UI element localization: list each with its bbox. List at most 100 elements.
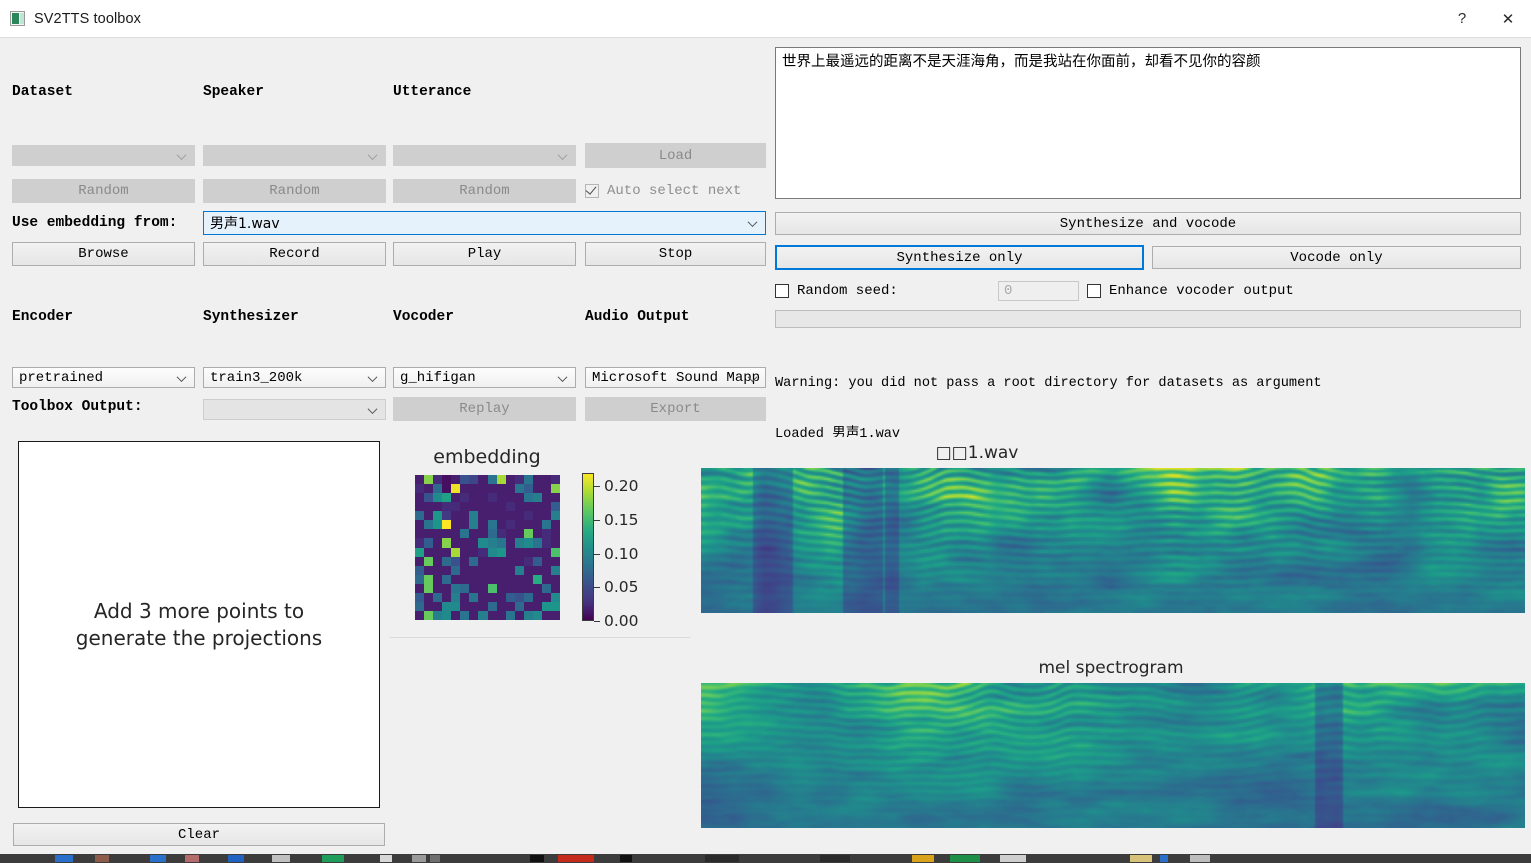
heatmap-cell bbox=[469, 484, 478, 493]
record-button[interactable]: Record bbox=[203, 242, 386, 266]
heatmap-cell bbox=[497, 538, 506, 547]
embedding-source-combo[interactable]: 男声1.wav bbox=[203, 211, 766, 235]
enhance-vocoder-output-checkbox[interactable]: Enhance vocoder output bbox=[1087, 283, 1294, 299]
colorbar-tick bbox=[594, 587, 600, 588]
heatmap-cell bbox=[506, 502, 515, 511]
synthesize-and-vocode-button[interactable]: Synthesize and vocode bbox=[775, 212, 1521, 235]
export-button[interactable]: Export bbox=[585, 397, 766, 421]
heatmap-cell bbox=[442, 557, 451, 566]
heatmap-cell bbox=[442, 493, 451, 502]
heatmap-cell bbox=[542, 520, 551, 529]
audio-output-combo[interactable]: Microsoft Sound Mapp bbox=[585, 367, 766, 388]
heatmap-cell bbox=[478, 593, 487, 602]
synthesize-only-button[interactable]: Synthesize only bbox=[775, 245, 1144, 270]
colorbar-tick-label: 0.05 bbox=[604, 578, 639, 596]
heatmap-cell bbox=[533, 548, 542, 557]
heatmap-cell bbox=[460, 593, 469, 602]
heatmap-cell bbox=[442, 529, 451, 538]
heatmap-cell bbox=[551, 611, 560, 620]
help-button[interactable]: ? bbox=[1439, 0, 1485, 37]
dataset-combo[interactable] bbox=[12, 145, 195, 166]
heatmap-cell bbox=[506, 593, 515, 602]
heatmap-cell bbox=[524, 484, 533, 493]
encoder-combo[interactable]: pretrained bbox=[12, 367, 195, 388]
embedding-heatmap bbox=[415, 475, 560, 620]
heatmap-cell bbox=[433, 475, 442, 484]
audio-output-combo-value: Microsoft Sound Mapp bbox=[592, 370, 760, 386]
heatmap-cell bbox=[533, 611, 542, 620]
heatmap-cell bbox=[433, 538, 442, 547]
load-button[interactable]: Load bbox=[585, 143, 766, 168]
synthesizer-combo[interactable]: train3_200k bbox=[203, 367, 386, 388]
heatmap-cell bbox=[533, 566, 542, 575]
random-utterance-button[interactable]: Random bbox=[393, 179, 576, 203]
heatmap-cell bbox=[488, 548, 497, 557]
sv2tts-toolbox-window: SV2TTS toolbox ? ✕ Dataset Speaker Utter… bbox=[0, 0, 1531, 863]
heatmap-cell bbox=[497, 529, 506, 538]
heatmap-cell bbox=[433, 548, 442, 557]
random-speaker-button[interactable]: Random bbox=[203, 179, 386, 203]
heatmap-cell bbox=[415, 529, 424, 538]
heatmap-cell bbox=[515, 484, 524, 493]
speaker-combo[interactable] bbox=[203, 145, 386, 166]
heatmap-cell bbox=[442, 475, 451, 484]
heatmap-cell bbox=[460, 484, 469, 493]
heatmap-cell bbox=[497, 584, 506, 593]
heatmap-cell bbox=[469, 593, 478, 602]
heatmap-cell bbox=[542, 538, 551, 547]
close-icon[interactable]: ✕ bbox=[1485, 0, 1531, 37]
heatmap-cell bbox=[460, 529, 469, 538]
heatmap-cell bbox=[506, 602, 515, 611]
stop-button[interactable]: Stop bbox=[585, 242, 766, 266]
heatmap-cell bbox=[524, 611, 533, 620]
browse-button[interactable]: Browse bbox=[12, 242, 195, 266]
random-seed-input[interactable]: 0 bbox=[998, 281, 1079, 301]
vocode-only-button[interactable]: Vocode only bbox=[1152, 246, 1521, 269]
heatmap-cell bbox=[451, 538, 460, 547]
utterance-combo[interactable] bbox=[393, 145, 576, 166]
heatmap-cell bbox=[506, 520, 515, 529]
heatmap-cell bbox=[451, 475, 460, 484]
window-controls: ? ✕ bbox=[1439, 0, 1531, 37]
heatmap-cell bbox=[442, 611, 451, 620]
heatmap-cell bbox=[497, 611, 506, 620]
text-input-area[interactable]: 世界上最遥远的距离不是天涯海角，而是我站在你面前，却看不见你的容颜 bbox=[775, 47, 1521, 199]
heatmap-cell bbox=[506, 529, 515, 538]
heatmap-cell bbox=[506, 484, 515, 493]
dataset-header: Dataset bbox=[12, 84, 73, 100]
vocoder-combo[interactable]: g_hifigan bbox=[393, 367, 576, 388]
heatmap-cell bbox=[415, 575, 424, 584]
heatmap-cell bbox=[506, 566, 515, 575]
heatmap-cell bbox=[424, 548, 433, 557]
clear-button[interactable]: Clear bbox=[13, 823, 385, 846]
heatmap-cell bbox=[524, 593, 533, 602]
heatmap-cell bbox=[460, 584, 469, 593]
auto-select-next-checkbox[interactable]: Auto select next bbox=[585, 183, 741, 199]
replay-button[interactable]: Replay bbox=[393, 397, 576, 421]
heatmap-cell bbox=[469, 566, 478, 575]
random-dataset-button[interactable]: Random bbox=[12, 179, 195, 203]
heatmap-cell bbox=[433, 611, 442, 620]
heatmap-cell bbox=[515, 593, 524, 602]
heatmap-cell bbox=[515, 557, 524, 566]
heatmap-cell bbox=[515, 611, 524, 620]
heatmap-cell bbox=[469, 548, 478, 557]
colorbar-gradient bbox=[582, 473, 594, 621]
heatmap-cell bbox=[488, 557, 497, 566]
heatmap-cell bbox=[442, 548, 451, 557]
heatmap-cell bbox=[506, 584, 515, 593]
play-button[interactable]: Play bbox=[393, 242, 576, 266]
heatmap-cell bbox=[533, 593, 542, 602]
heatmap-cell bbox=[488, 602, 497, 611]
random-seed-checkbox[interactable]: Random seed: bbox=[775, 283, 898, 299]
toolbox-output-combo[interactable] bbox=[203, 399, 386, 420]
synthesized-mel-spectrogram bbox=[701, 683, 1525, 828]
colorbar-tick bbox=[594, 520, 600, 521]
projections-plot[interactable]: Add 3 more points to generate the projec… bbox=[18, 441, 380, 808]
synthesizer-header: Synthesizer bbox=[203, 309, 299, 325]
heatmap-cell bbox=[442, 566, 451, 575]
heatmap-cell bbox=[533, 475, 542, 484]
heatmap-cell bbox=[424, 475, 433, 484]
heatmap-cell bbox=[478, 538, 487, 547]
heatmap-cell bbox=[533, 538, 542, 547]
